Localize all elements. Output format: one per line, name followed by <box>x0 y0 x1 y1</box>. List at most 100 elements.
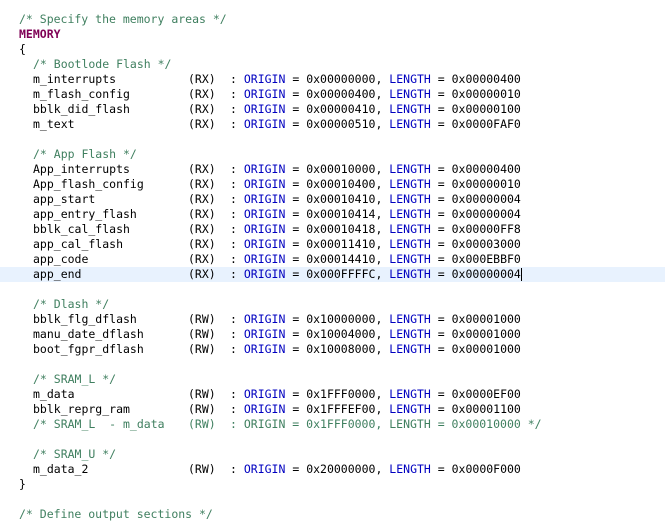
length-keyword: LENGTH <box>389 192 431 206</box>
colon: : <box>230 267 244 281</box>
length-value: 0x00000010 <box>451 177 521 191</box>
equals: = <box>285 117 307 131</box>
memory-spec: : ORIGIN = 0x10000000, LENGTH = 0x000010… <box>230 312 521 327</box>
group-comment: /* SRAM_L */ <box>33 372 117 386</box>
comma: , <box>375 387 390 401</box>
comma: , <box>375 102 390 116</box>
origin-value: 0x00010414 <box>306 207 376 221</box>
region-attributes: (RX) <box>188 207 216 221</box>
length-value: 0x0000EF00 <box>451 387 521 401</box>
origin-value: 0x00010418 <box>306 222 376 236</box>
region-name: bblk_cal_flash <box>33 222 130 236</box>
memory-spec: : ORIGIN = 0x00010410, LENGTH = 0x000000… <box>230 192 521 207</box>
equals: = <box>285 162 307 176</box>
colon: : <box>230 162 244 176</box>
origin-keyword: ORIGIN <box>243 102 286 116</box>
memory-spec: : ORIGIN = 0x20000000, LENGTH = 0x0000F0… <box>230 462 521 477</box>
region-attributes: (RX) <box>188 252 216 266</box>
comma: , <box>375 87 390 101</box>
memory-keyword: MEMORY <box>19 27 61 41</box>
equals: = <box>285 72 307 86</box>
comma: , <box>375 162 390 176</box>
equals: = <box>430 222 452 236</box>
group-comment: /* App Flash */ <box>33 147 137 161</box>
equals: = <box>430 252 452 266</box>
memory-region-line: m_text (RX): ORIGIN = 0x00000510, LENGTH … <box>0 117 665 132</box>
brace-close: } <box>19 477 26 491</box>
colon: : <box>230 207 244 221</box>
text-cursor <box>521 268 522 281</box>
region-attributes: (RX) <box>188 237 216 251</box>
region-name: m_text <box>33 117 75 131</box>
footer-comment-line: /* Define output sections */ <box>0 507 665 522</box>
length-value: 0x00003000 <box>451 237 521 251</box>
memory-region-line: bblk_flg_dflash (RW): ORIGIN = 0x10000000… <box>0 312 665 327</box>
colon: : <box>230 402 244 416</box>
length-value: 0x00001100 <box>451 402 521 416</box>
colon: : <box>230 87 244 101</box>
equals: = <box>285 327 307 341</box>
equals: = <box>285 192 307 206</box>
group-comment-line: /* SRAM_U */ <box>0 447 665 462</box>
region-attributes: (RX) <box>188 102 216 116</box>
length-keyword: LENGTH <box>389 237 431 251</box>
equals: = <box>430 192 452 206</box>
region-name: manu_date_dflash <box>33 327 144 341</box>
memory-spec: : ORIGIN = 0x00010414, LENGTH = 0x000000… <box>230 207 521 222</box>
equals: = <box>430 387 452 401</box>
region-name: bblk_flg_dflash <box>33 312 137 326</box>
length-keyword: LENGTH <box>389 462 431 476</box>
memory-region-line: app_entry_flash (RX): ORIGIN = 0x00010414… <box>0 207 665 222</box>
linker-script-editor[interactable]: /* Specify the memory areas */MEMORY{/* … <box>0 0 665 521</box>
equals: = <box>430 102 452 116</box>
group-comment-line: /* App Flash */ <box>0 147 665 162</box>
memory-spec: : ORIGIN = 0x00000400, LENGTH = 0x000000… <box>230 87 521 102</box>
equals: = <box>430 327 452 341</box>
origin-value: 0x1FFF0000 <box>306 387 376 401</box>
colon: : <box>230 312 244 326</box>
origin-value: 0x00000410 <box>306 102 376 116</box>
memory-region-line: m_flash_config (RX): ORIGIN = 0x00000400,… <box>0 87 665 102</box>
group-comment: /* SRAM_U */ <box>33 447 117 461</box>
region-attributes: (RX) <box>188 222 216 236</box>
colon: : <box>230 252 244 266</box>
length-keyword: LENGTH <box>389 87 431 101</box>
origin-value: 0x00000400 <box>306 87 376 101</box>
colon: : <box>230 177 244 191</box>
region-name: boot_fgpr_dflash <box>33 342 144 356</box>
origin-keyword: ORIGIN <box>243 87 286 101</box>
equals: = <box>285 312 307 326</box>
memory-region-line: app_cal_flash (RX): ORIGIN = 0x00011410, … <box>0 237 665 252</box>
memory-spec: : ORIGIN = 0x00011410, LENGTH = 0x000030… <box>230 237 521 252</box>
origin-keyword: ORIGIN <box>243 327 286 341</box>
origin-value: 0x00011410 <box>306 237 376 251</box>
origin-keyword: ORIGIN <box>243 72 286 86</box>
length-keyword: LENGTH <box>389 102 431 116</box>
commented-region-attributes: (RW) <box>188 417 216 431</box>
commented-region-spec: : ORIGIN = 0x1FFF0000, LENGTH = 0x000100… <box>230 417 542 431</box>
commented-region-name: /* SRAM_L - m_data <box>33 417 165 431</box>
region-name: app_code <box>33 252 89 266</box>
header-comment: /* Specify the memory areas */ <box>19 12 227 26</box>
region-attributes: (RX) <box>188 72 216 86</box>
region-name: m_interrupts <box>33 72 117 86</box>
memory-spec: : ORIGIN = 0x00010000, LENGTH = 0x000004… <box>230 162 521 177</box>
origin-keyword: ORIGIN <box>243 312 286 326</box>
origin-value: 0x00010410 <box>306 192 376 206</box>
origin-value: 0x20000000 <box>306 462 376 476</box>
origin-keyword: ORIGIN <box>243 267 286 281</box>
origin-keyword: ORIGIN <box>243 342 286 356</box>
colon: : <box>230 327 244 341</box>
colon: : <box>230 462 244 476</box>
colon: : <box>230 192 244 206</box>
memory-region-line: m_interrupts (RX): ORIGIN = 0x00000000, L… <box>0 72 665 87</box>
group-comment-line: /* SRAM_L */ <box>0 372 665 387</box>
region-name: App_flash_config <box>33 177 144 191</box>
origin-value: 0x10000000 <box>306 312 376 326</box>
equals: = <box>430 312 452 326</box>
length-keyword: LENGTH <box>389 207 431 221</box>
